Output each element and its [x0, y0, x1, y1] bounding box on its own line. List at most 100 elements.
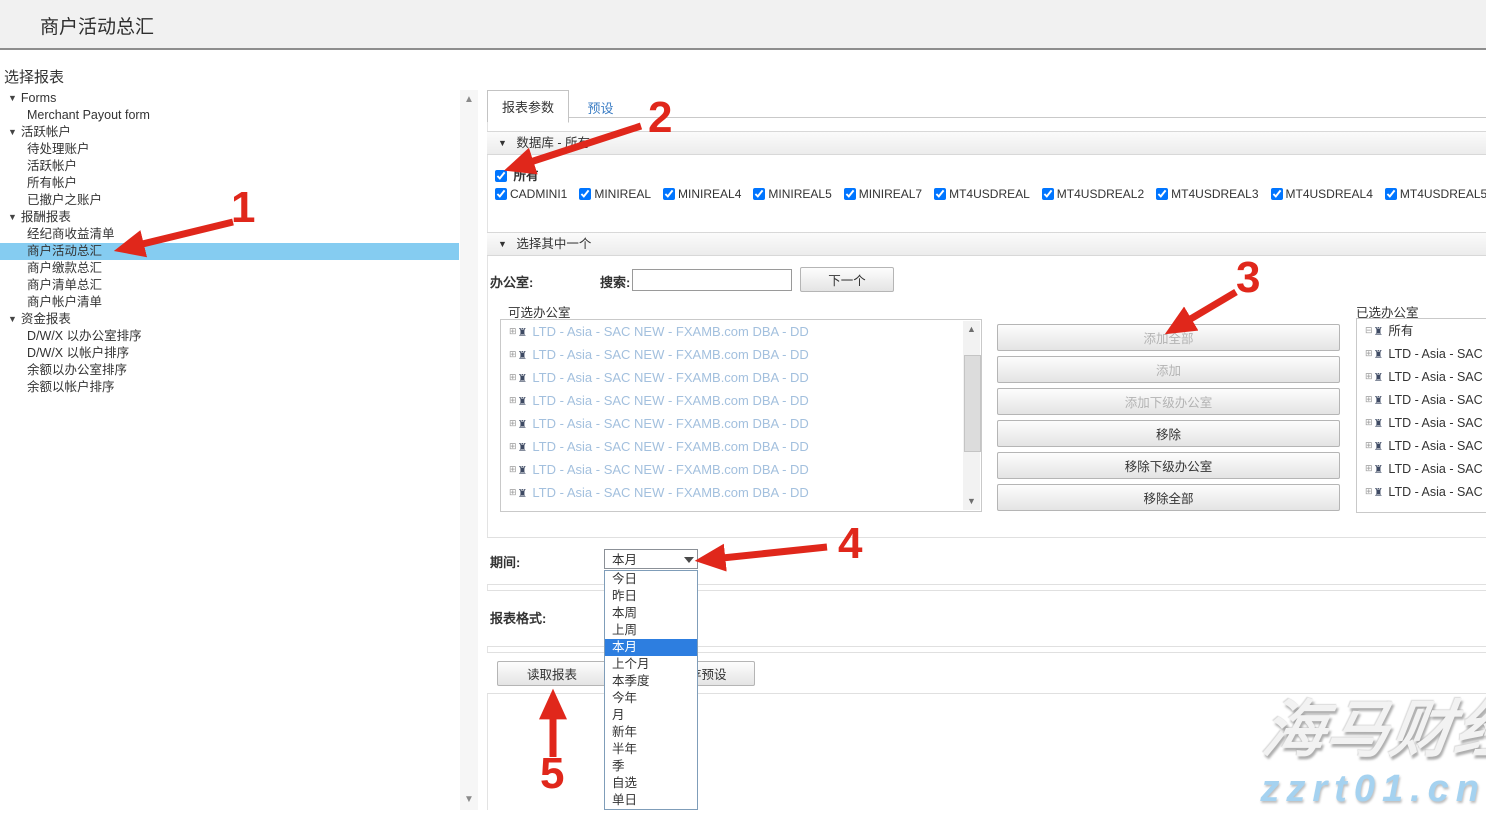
tree-item[interactable]: 商户帐户清单 — [0, 294, 459, 311]
tree-item[interactable]: D/W/X 以办公室排序 — [0, 328, 459, 345]
period-option[interactable]: 上个月 — [605, 656, 697, 673]
expand-plus-icon[interactable]: ⊞ — [509, 464, 517, 474]
selected-office-item[interactable]: ⊞♜LTD - Asia - SAC N — [1357, 434, 1486, 457]
scroll-up-icon[interactable]: ▲ — [963, 322, 980, 337]
available-office-item[interactable]: ⊞♜LTD - Asia - SAC NEW - FXAMB.com DBA -… — [501, 366, 981, 389]
period-option[interactable]: 今年 — [605, 690, 697, 707]
period-option[interactable]: 新年 — [605, 724, 697, 741]
expand-plus-icon[interactable]: ⊞ — [1365, 348, 1373, 358]
expand-plus-icon[interactable]: ⊞ — [509, 372, 517, 382]
tree-item[interactable]: 所有帐户 — [0, 175, 459, 192]
tree-group[interactable]: ▼Forms — [0, 90, 459, 107]
selected-office-item[interactable]: ⊞♜LTD - Asia - SAC N — [1357, 388, 1486, 411]
tree-item[interactable]: 已撤户之账户 — [0, 192, 459, 209]
period-option[interactable]: 本季度 — [605, 673, 697, 690]
available-office-item[interactable]: ⊞♜LTD - Asia - SAC NEW - FXAMB.com DBA -… — [501, 435, 981, 458]
available-office-item[interactable]: ⊞♜LTD - Asia - SAC NEW - FXAMB.com DBA -… — [501, 389, 981, 412]
available-office-item[interactable]: ⊞♜LTD - Asia - SAC NEW - FXAMB.com DBA -… — [501, 343, 981, 366]
remove-all-button[interactable]: 移除全部 — [997, 484, 1340, 511]
scroll-up-icon[interactable]: ▲ — [460, 92, 478, 108]
period-option[interactable]: 今日 — [605, 571, 697, 588]
expand-minus-icon[interactable]: ⊟ — [1365, 325, 1373, 335]
add-all-button[interactable]: 添加全部 — [997, 324, 1340, 351]
office-search-input[interactable] — [632, 269, 792, 291]
db-checkbox[interactable] — [934, 188, 946, 200]
available-list-scrollbar[interactable]: ▲ ▼ — [963, 321, 980, 510]
available-offices-list[interactable]: ⊞♜LTD - Asia - SAC NEW - FXAMB.com DBA -… — [500, 319, 982, 512]
db-checkbox-item[interactable]: MINIREAL — [579, 187, 651, 201]
period-option[interactable]: 上周 — [605, 622, 697, 639]
expand-plus-icon[interactable]: ⊞ — [509, 395, 517, 405]
available-office-item[interactable]: ⊞♜LTD - Asia - SAC NEW - FXAMB.com DBA -… — [501, 458, 981, 481]
tree-item[interactable]: 商户活动总汇 — [0, 243, 459, 260]
section-database-header[interactable]: ▼ 数据库 - 所有 — [487, 131, 1486, 155]
section-office-header[interactable]: ▼ 选择其中一个 — [487, 232, 1486, 256]
db-checkbox-item[interactable]: MT4USDREAL2 — [1042, 187, 1144, 201]
scrollbar-thumb[interactable] — [964, 355, 981, 452]
expand-plus-icon[interactable]: ⊞ — [1365, 463, 1373, 473]
db-checkbox[interactable] — [844, 188, 856, 200]
db-all-checkbox-label[interactable]: 所有 — [495, 169, 539, 183]
period-option[interactable]: 自选 — [605, 775, 697, 792]
period-dropdown-list[interactable]: 今日昨日本周上周本月上个月本季度今年月新年半年季自选单日 — [604, 570, 698, 810]
next-button[interactable]: 下一个 — [800, 267, 894, 292]
period-option[interactable]: 半年 — [605, 741, 697, 758]
tree-item[interactable]: Merchant Payout form — [0, 107, 459, 124]
tree-group[interactable]: ▼资金报表 — [0, 311, 459, 328]
selected-office-item[interactable]: ⊞♜LTD - Asia - SAC N — [1357, 365, 1486, 388]
tab-report-params[interactable]: 报表参数 — [487, 90, 569, 123]
tree-item[interactable]: D/W/X 以帐户排序 — [0, 345, 459, 362]
db-checkbox-item[interactable]: CADMINI1 — [495, 187, 567, 201]
available-office-item[interactable]: ⊞♜LTD - Asia - SAC NEW - FXAMB.com DBA -… — [501, 481, 981, 504]
period-option[interactable]: 月 — [605, 707, 697, 724]
db-checkbox[interactable] — [753, 188, 765, 200]
db-checkbox-item[interactable]: MT4USDREAL — [934, 187, 1030, 201]
remove-suboffices-button[interactable]: 移除下级办公室 — [997, 452, 1340, 479]
tree-collapse-icon[interactable]: ▼ — [8, 90, 17, 107]
tree-item[interactable]: 商户清单总汇 — [0, 277, 459, 294]
db-checkbox-item[interactable]: MINIREAL5 — [753, 187, 831, 201]
tree-collapse-icon[interactable]: ▼ — [8, 311, 17, 328]
period-option[interactable]: 季 — [605, 758, 697, 775]
tree-group[interactable]: ▼活跃帐户 — [0, 124, 459, 141]
expand-plus-icon[interactable]: ⊞ — [509, 326, 517, 336]
tree-collapse-icon[interactable]: ▼ — [8, 209, 17, 226]
period-option[interactable]: 单日 — [605, 792, 697, 809]
tree-item[interactable]: 活跃帐户 — [0, 158, 459, 175]
selected-offices-list[interactable]: ⊟♜所有⊞♜LTD - Asia - SAC N⊞♜LTD - Asia - S… — [1356, 318, 1486, 513]
db-checkbox-item[interactable]: MT4USDREAL5 — [1385, 187, 1486, 201]
selected-office-item[interactable]: ⊞♜LTD - Asia - SAC N — [1357, 457, 1486, 480]
tree-item[interactable]: 余额以帐户排序 — [0, 379, 459, 396]
period-option[interactable]: 本周 — [605, 605, 697, 622]
tree-item[interactable]: 经纪商收益清单 — [0, 226, 459, 243]
tree-item[interactable]: 待处理账户 — [0, 141, 459, 158]
available-office-item[interactable]: ⊞♜LTD - Asia - SAC NEW - FXAMB.com DBA -… — [501, 320, 981, 343]
expand-plus-icon[interactable]: ⊞ — [509, 441, 517, 451]
remove-button[interactable]: 移除 — [997, 420, 1340, 447]
selected-office-item[interactable]: ⊞♜LTD - Asia - SAC N — [1357, 480, 1486, 503]
db-all-checkbox[interactable] — [495, 170, 507, 182]
period-select[interactable]: 本月 — [604, 549, 698, 569]
db-checkbox[interactable] — [1042, 188, 1054, 200]
db-checkbox[interactable] — [579, 188, 591, 200]
period-option[interactable]: 昨日 — [605, 588, 697, 605]
period-option[interactable]: 本月 — [605, 639, 697, 656]
tree-item[interactable]: 余额以办公室排序 — [0, 362, 459, 379]
db-checkbox-item[interactable]: MT4USDREAL3 — [1156, 187, 1258, 201]
db-checkbox[interactable] — [1271, 188, 1283, 200]
tree-collapse-icon[interactable]: ▼ — [8, 124, 17, 141]
available-office-item[interactable]: ⊞♜LTD - Asia - SAC NEW - FXAMB.com DBA -… — [501, 412, 981, 435]
db-checkbox[interactable] — [495, 188, 507, 200]
main-vertical-scrollbar[interactable]: ▲ ▼ — [460, 90, 478, 810]
selected-office-item[interactable]: ⊟♜所有 — [1357, 319, 1486, 342]
expand-plus-icon[interactable]: ⊞ — [1365, 394, 1373, 404]
tree-group[interactable]: ▼报酬报表 — [0, 209, 459, 226]
db-checkbox[interactable] — [1385, 188, 1397, 200]
tab-presets[interactable]: 预设 — [573, 92, 627, 123]
selected-office-item[interactable]: ⊞♜LTD - Asia - SAC N — [1357, 342, 1486, 365]
scroll-down-icon[interactable]: ▼ — [460, 792, 478, 808]
expand-plus-icon[interactable]: ⊞ — [1365, 440, 1373, 450]
expand-plus-icon[interactable]: ⊞ — [509, 418, 517, 428]
scroll-down-icon[interactable]: ▼ — [963, 494, 980, 509]
db-checkbox-item[interactable]: MINIREAL7 — [844, 187, 922, 201]
